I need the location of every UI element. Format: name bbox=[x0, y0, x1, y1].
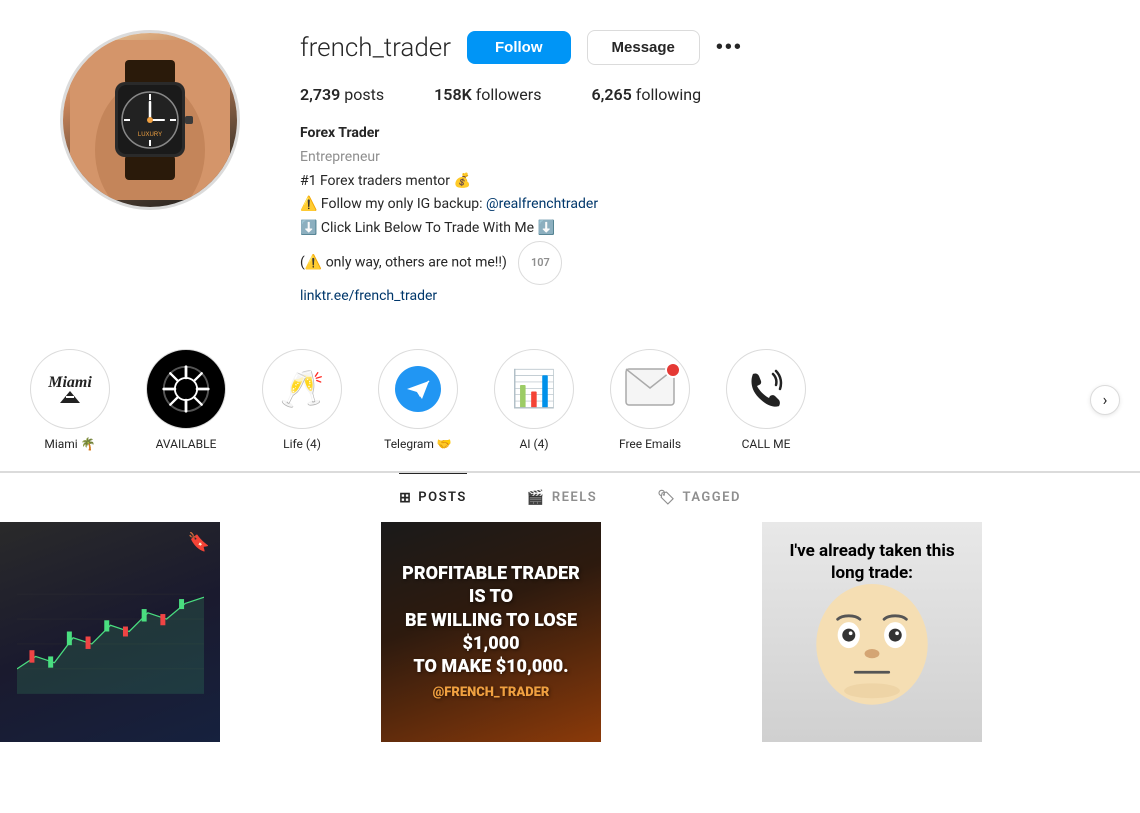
tab-reels[interactable]: 🎬 REELS bbox=[527, 473, 597, 522]
highlight-circle-ai: 📊 bbox=[494, 349, 574, 429]
tabs-section: ⊞ POSTS 🎬 REELS 🏷 TAGGED bbox=[0, 472, 1140, 522]
highlight-circle-miami: Miami bbox=[30, 349, 110, 429]
post-3-content: I've already taken this long trade: bbox=[772, 532, 972, 726]
tab-posts[interactable]: ⊞ POSTS bbox=[399, 473, 467, 522]
highlight-label-life: Life (4) bbox=[283, 437, 321, 451]
highlight-label-freeemails: Free Emails bbox=[619, 437, 681, 451]
highlight-label-callme: CALL ME bbox=[742, 437, 791, 451]
highlight-miami[interactable]: Miami Miami 🌴 bbox=[30, 349, 110, 451]
posts-stat[interactable]: 2,739 posts bbox=[300, 85, 384, 104]
linktree-link[interactable]: linktr.ee/french_trader bbox=[300, 288, 437, 304]
bio-subtitle: Entrepreneur bbox=[300, 146, 1080, 170]
svg-text:LUXURY: LUXURY bbox=[138, 132, 162, 138]
avatar: LUXURY bbox=[60, 30, 240, 210]
following-stat[interactable]: 6,265 following bbox=[591, 85, 701, 104]
telegram-icon bbox=[395, 366, 441, 412]
highlight-label-ai: AI (4) bbox=[519, 437, 548, 451]
follow-button[interactable]: Follow bbox=[467, 31, 571, 64]
money-chart-icon: 📊 bbox=[512, 368, 557, 410]
tab-tagged[interactable]: 🏷 TAGGED bbox=[657, 473, 741, 522]
highlights-next-arrow[interactable]: › bbox=[1090, 385, 1120, 415]
bio-line-2: ⚠️ Follow my only IG backup: @realfrench… bbox=[300, 193, 1080, 217]
more-options-button[interactable]: ••• bbox=[716, 36, 743, 59]
bio-name: Forex Trader bbox=[300, 122, 1080, 146]
username-row: french_trader Follow Message ••• bbox=[300, 30, 1080, 65]
email-notification-dot bbox=[665, 362, 681, 378]
bio-line-3: ⬇️ Click Link Below To Trade With Me ⬇️ bbox=[300, 217, 1080, 241]
post-2[interactable]: PROFITABLE TRADER IS TO BE WILLING TO LO… bbox=[381, 522, 601, 742]
posts-count: 2,739 bbox=[300, 85, 340, 104]
post-3[interactable]: I've already taken this long trade: bbox=[762, 522, 982, 742]
bookmark-icon: 🔖 bbox=[188, 532, 210, 553]
svg-text:Miami: Miami bbox=[47, 374, 92, 391]
post-3-text: I've already taken this long trade: bbox=[780, 540, 964, 584]
profile-info: french_trader Follow Message ••• 2,739 p… bbox=[300, 30, 1080, 309]
highlight-callme[interactable]: CALL ME bbox=[726, 349, 806, 451]
ig-backup-link[interactable]: @realfrenchtrader bbox=[486, 196, 598, 212]
tag-icon: 🏷 bbox=[657, 490, 676, 506]
tab-reels-label: REELS bbox=[552, 490, 597, 505]
highlight-available[interactable]: AVAILABLE bbox=[146, 349, 226, 451]
email-icon-wrapper bbox=[625, 368, 675, 410]
following-label: following bbox=[636, 85, 701, 104]
highlight-circle-freeemails bbox=[610, 349, 690, 429]
highlights-section: Miami Miami 🌴 AVAILABLE bbox=[0, 329, 1140, 472]
stats-row: 2,739 posts 158K followers 6,265 followi… bbox=[300, 85, 1080, 104]
post-1[interactable]: 🔖 bbox=[0, 522, 220, 742]
posts-grid: 🔖 PROFITABLE TRADER IS TO BE bbox=[0, 522, 1140, 742]
tab-posts-label: POSTS bbox=[418, 490, 467, 505]
highlight-circle-callme bbox=[726, 349, 806, 429]
grid-icon: ⊞ bbox=[399, 490, 412, 506]
highlight-freeemails[interactable]: Free Emails bbox=[610, 349, 690, 451]
highlight-telegram[interactable]: Telegram 🤝 bbox=[378, 349, 458, 451]
post-2-text: PROFITABLE TRADER IS TO BE WILLING TO LO… bbox=[401, 562, 581, 702]
tab-tagged-label: TAGGED bbox=[682, 490, 740, 505]
avatar-image: LUXURY bbox=[63, 33, 237, 207]
phone-icon bbox=[743, 366, 789, 412]
champagne-icon: 🥂 bbox=[280, 368, 325, 410]
following-count: 6,265 bbox=[591, 85, 631, 104]
bio-line-1: #1 Forex traders mentor 💰 bbox=[300, 170, 1080, 194]
username: french_trader bbox=[300, 33, 451, 63]
bio-line-4: (⚠️ only way, others are not me!!) 107 bbox=[300, 241, 1080, 285]
highlight-circle-life: 🥂 bbox=[262, 349, 342, 429]
highlight-circle-telegram bbox=[378, 349, 458, 429]
message-button[interactable]: Message bbox=[587, 30, 700, 65]
highlight-label-miami: Miami 🌴 bbox=[44, 437, 95, 451]
profile-header: LUXURY french_trader Follow Message ••• … bbox=[0, 0, 1140, 329]
highlight-label-available: AVAILABLE bbox=[156, 437, 217, 451]
highlight-label-telegram: Telegram 🤝 bbox=[384, 437, 452, 451]
bio-section: Forex Trader Entrepreneur #1 Forex trade… bbox=[300, 122, 1080, 309]
posts-label: posts bbox=[344, 85, 384, 104]
highlight-life[interactable]: 🥂 Life (4) bbox=[262, 349, 342, 451]
followers-count: 158K bbox=[434, 85, 472, 104]
bio-link-line: linktr.ee/french_trader bbox=[300, 285, 1080, 309]
followers-label: followers bbox=[476, 85, 542, 104]
followers-stat[interactable]: 158K followers bbox=[434, 85, 541, 104]
highlight-circle-available bbox=[146, 349, 226, 429]
note-counter: 107 bbox=[518, 241, 562, 285]
chart-visualization bbox=[17, 549, 204, 714]
film-icon: 🎬 bbox=[527, 490, 546, 506]
meme-face-svg bbox=[780, 584, 964, 714]
highlight-ai[interactable]: 📊 AI (4) bbox=[494, 349, 574, 451]
